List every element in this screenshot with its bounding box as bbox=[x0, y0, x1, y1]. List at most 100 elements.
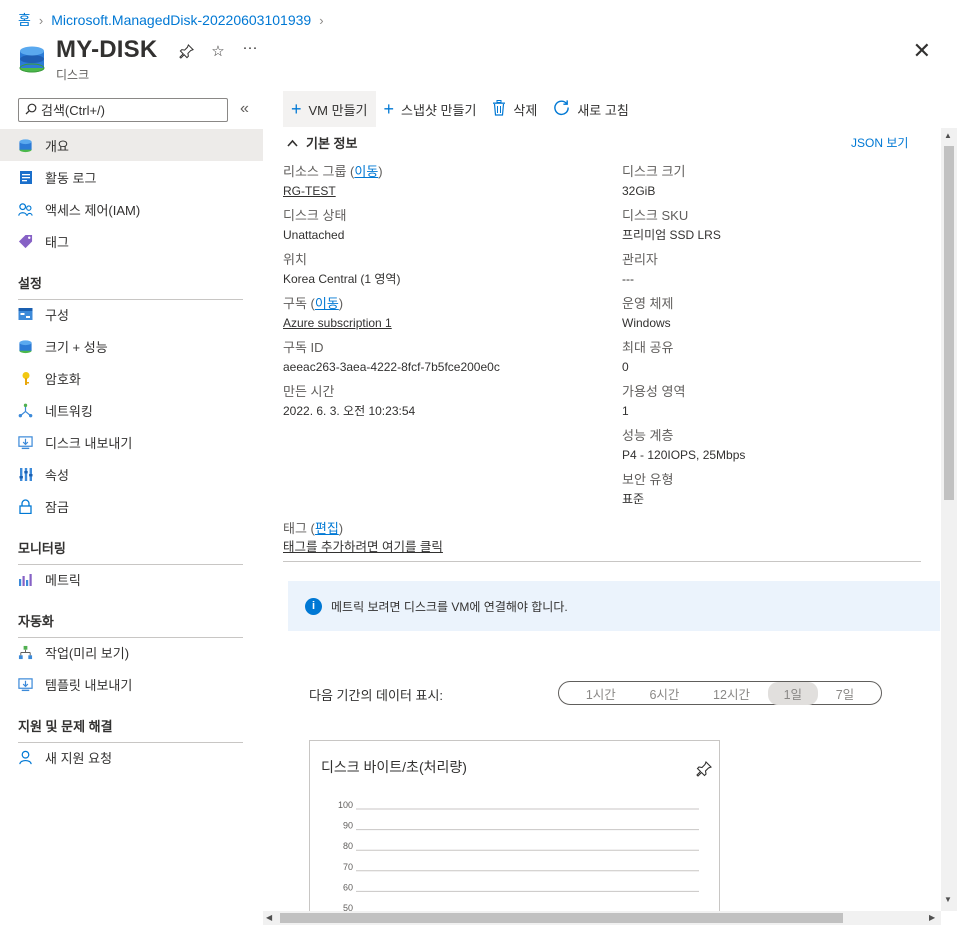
sidebar-item-label: 새 지원 요청 bbox=[45, 750, 113, 766]
sidebar-item-size-performance[interactable]: 크기 + 성능 bbox=[0, 330, 263, 362]
export-template-icon bbox=[18, 677, 33, 692]
scroll-up-arrow-icon[interactable]: ▲ bbox=[944, 131, 952, 140]
field-label: 구독 ID bbox=[283, 340, 324, 355]
chart-y-tick-label: 100 bbox=[338, 800, 353, 810]
chart-card: 디스크 바이트/초(처리량) 100 90 80 70 60 50 bbox=[309, 740, 720, 925]
sidebar-item-label: 잠금 bbox=[45, 499, 69, 515]
time-range-option-1h[interactable]: 1시간 bbox=[570, 682, 632, 705]
pin-icon[interactable] bbox=[177, 42, 195, 60]
sidebar-item-new-support-request[interactable]: 새 지원 요청 bbox=[0, 741, 263, 773]
scroll-down-arrow-icon[interactable]: ▼ bbox=[944, 895, 952, 904]
sidebar-item-tags[interactable]: 태그 bbox=[0, 225, 263, 257]
sidebar-item-label: 디스크 내보내기 bbox=[45, 435, 133, 451]
time-range-option-7d[interactable]: 7일 bbox=[820, 682, 870, 705]
sidebar-item-encryption[interactable]: 암호화 bbox=[0, 362, 263, 394]
chevron-up-icon bbox=[287, 139, 298, 147]
double-chevron-left-icon[interactable]: « bbox=[240, 100, 249, 118]
disk-icon bbox=[18, 339, 33, 354]
time-range-option-12h[interactable]: 12시간 bbox=[697, 682, 766, 705]
sidebar-item-label: 구성 bbox=[45, 307, 69, 323]
field-os: 운영 체제 Windows bbox=[622, 296, 673, 331]
divider bbox=[283, 561, 921, 562]
field-tags: 태그 (편집) 태그를 추가하려면 여기를 클릭 bbox=[283, 521, 443, 555]
command-bar: + VM 만들기 + 스냅샷 만들기 삭제 새로 고침 bbox=[283, 91, 637, 127]
time-range-option-1d[interactable]: 1일 bbox=[767, 681, 819, 705]
close-icon[interactable]: ✕ bbox=[913, 40, 931, 62]
metrics-icon bbox=[18, 572, 33, 587]
create-vm-button[interactable]: + VM 만들기 bbox=[283, 91, 376, 127]
essentials-toggle[interactable]: 기본 정보 bbox=[287, 133, 357, 152]
breadcrumb-home[interactable]: 홈 bbox=[18, 10, 31, 30]
chevron-right-icon: › bbox=[38, 12, 44, 28]
move-subscription-link[interactable]: 이동 bbox=[315, 296, 339, 311]
field-value: Korea Central (1 영역) bbox=[283, 272, 401, 286]
star-icon[interactable]: ☆ bbox=[209, 42, 227, 60]
field-value: 프리미엄 SSD LRS bbox=[622, 228, 721, 242]
sidebar-item-activity-log[interactable]: 활동 로그 bbox=[0, 161, 263, 193]
sidebar-item-tasks[interactable]: 작업(미리 보기) bbox=[0, 636, 263, 668]
sidebar-item-overview[interactable]: 개요 bbox=[0, 129, 263, 161]
section-settings: 설정 bbox=[18, 273, 243, 300]
delete-button[interactable]: 삭제 bbox=[484, 91, 545, 127]
page-title: MY-DISK bbox=[56, 36, 158, 63]
resource-group-link[interactable]: RG-TEST bbox=[283, 183, 383, 199]
add-tags-link[interactable]: 태그를 추가하려면 여기를 클릭 bbox=[283, 539, 443, 555]
sidebar-item-label: 메트릭 bbox=[45, 572, 81, 588]
field-resource-group: 리소스 그룹 (이동) RG-TEST bbox=[283, 164, 383, 199]
section-support: 지원 및 문제 해결 bbox=[18, 716, 243, 743]
create-snapshot-button[interactable]: + 스냅샷 만들기 bbox=[376, 91, 485, 127]
sidebar-item-label: 태그 bbox=[45, 234, 69, 250]
sidebar-item-iam[interactable]: 액세스 제어(IAM) bbox=[0, 193, 263, 225]
sidebar-item-label: 활동 로그 bbox=[45, 170, 97, 186]
scroll-left-arrow-icon[interactable]: ◀ bbox=[266, 913, 272, 922]
sidebar-item-export-template[interactable]: 템플릿 내보내기 bbox=[0, 668, 263, 700]
sidebar-item-disk-export[interactable]: 디스크 내보내기 bbox=[0, 426, 263, 458]
refresh-icon bbox=[553, 99, 570, 119]
field-value: 32GiB bbox=[622, 184, 656, 198]
sidebar-item-label: 암호화 bbox=[45, 371, 81, 387]
trash-icon bbox=[492, 99, 506, 119]
sidebar-item-networking[interactable]: 네트워킹 bbox=[0, 394, 263, 426]
refresh-button[interactable]: 새로 고침 bbox=[545, 91, 636, 127]
search-box[interactable] bbox=[18, 98, 228, 122]
move-resource-group-link[interactable]: 이동 bbox=[354, 164, 378, 179]
field-value: 1 bbox=[622, 404, 629, 418]
json-view-link[interactable]: JSON 보기 bbox=[851, 134, 908, 151]
scroll-right-arrow-icon[interactable]: ▶ bbox=[929, 913, 935, 922]
breadcrumb-resource-group[interactable]: Microsoft.ManagedDisk-20220603101939 bbox=[51, 12, 311, 28]
search-input[interactable] bbox=[41, 102, 211, 118]
field-label: 운영 체제 bbox=[622, 296, 674, 311]
more-icon[interactable]: ··· bbox=[241, 38, 259, 56]
edit-tags-link[interactable]: 편집 bbox=[315, 521, 339, 536]
essentials-heading: 기본 정보 bbox=[306, 136, 358, 151]
plus-icon: + bbox=[383, 99, 395, 119]
sidebar-item-label: 네트워킹 bbox=[45, 403, 93, 419]
sidebar-item-label: 작업(미리 보기) bbox=[45, 645, 130, 661]
sidebar-item-metrics[interactable]: 메트릭 bbox=[0, 563, 263, 595]
field-label: 위치 bbox=[283, 252, 307, 267]
disk-icon bbox=[19, 46, 45, 73]
field-value: 0 bbox=[622, 360, 629, 374]
sidebar-item-lock[interactable]: 잠금 bbox=[0, 490, 263, 522]
delete-label: 삭제 bbox=[513, 102, 538, 118]
field-disk-sku: 디스크 SKU 프리미엄 SSD LRS bbox=[622, 208, 721, 243]
plus-icon: + bbox=[291, 99, 302, 119]
horizontal-scrollbar[interactable]: ◀ ▶ bbox=[263, 911, 941, 925]
vertical-scrollbar[interactable]: ▲ ▼ bbox=[941, 128, 957, 911]
field-label: 만든 시간 bbox=[283, 384, 335, 399]
chart-plot: 1009080706050 bbox=[338, 800, 699, 913]
field-value: --- bbox=[622, 272, 634, 286]
search-icon bbox=[25, 103, 37, 118]
horizontal-scroll-thumb[interactable] bbox=[280, 913, 843, 923]
sidebar-item-configuration[interactable]: 구성 bbox=[0, 298, 263, 330]
chart-y-tick-label: 90 bbox=[343, 821, 353, 831]
field-managed-by: 관리자 --- bbox=[622, 252, 658, 287]
field-label: 보안 유형 bbox=[622, 472, 674, 487]
info-icon: i bbox=[305, 597, 322, 615]
subscription-link[interactable]: Azure subscription 1 bbox=[283, 315, 392, 331]
sidebar-item-properties[interactable]: 속성 bbox=[0, 458, 263, 490]
time-range-option-6h[interactable]: 6시간 bbox=[633, 682, 695, 705]
vertical-scroll-thumb[interactable] bbox=[944, 146, 954, 500]
chart-y-tick-label: 70 bbox=[343, 862, 353, 872]
field-performance-tier: 성능 계층 P4 - 120IOPS, 25Mbps bbox=[622, 428, 745, 463]
